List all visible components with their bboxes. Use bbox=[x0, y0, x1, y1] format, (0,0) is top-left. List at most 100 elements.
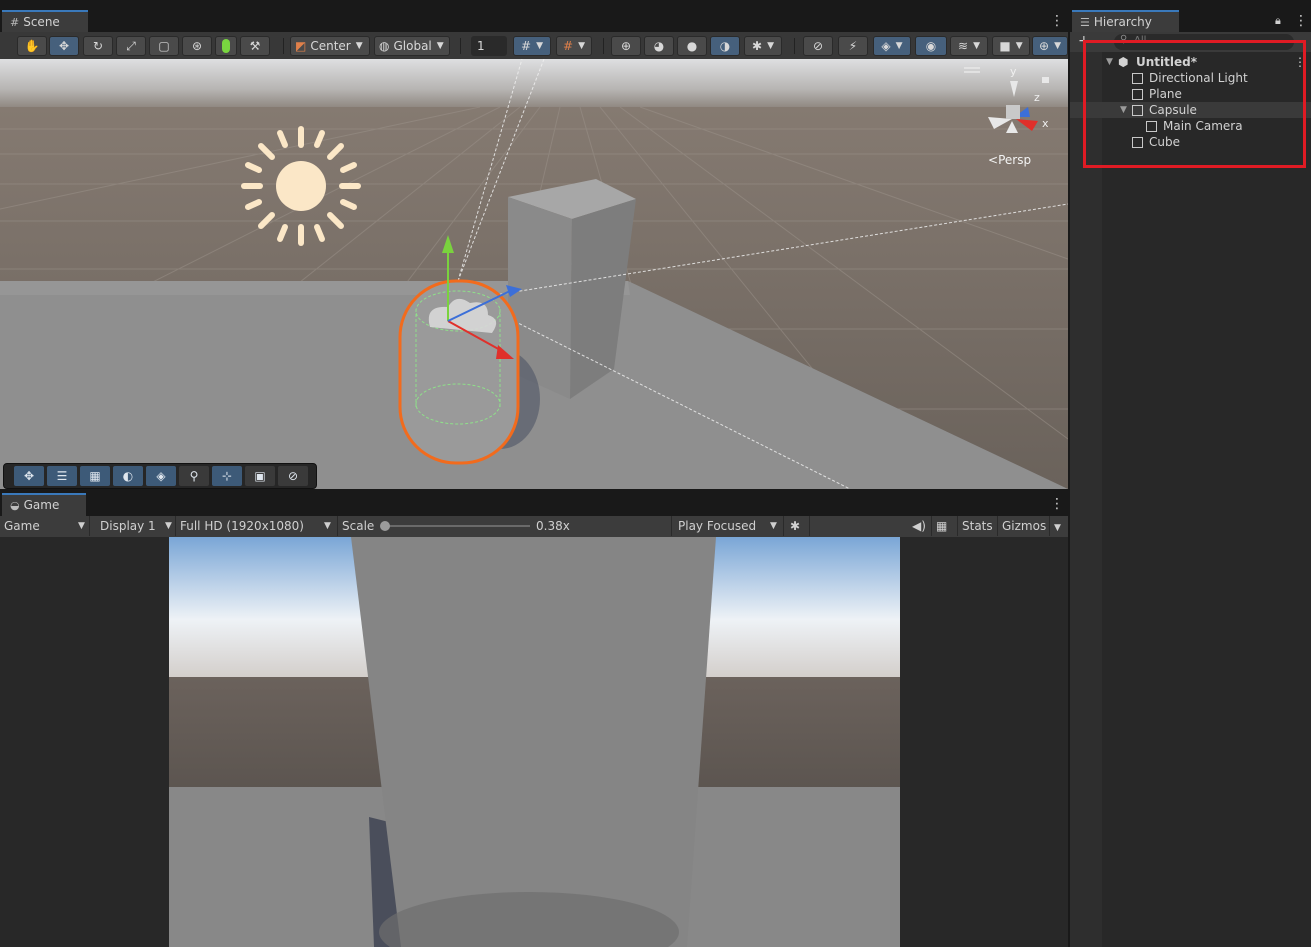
lock-icon[interactable]: 🔒︎ bbox=[1275, 14, 1281, 28]
stats-label: Stats bbox=[962, 519, 993, 533]
increment-snap-icon: # bbox=[563, 39, 574, 53]
scene-tab-strip: # Scene ⋮ bbox=[0, 8, 1068, 32]
scale-icon: ⤢ bbox=[126, 38, 136, 53]
toolbar-separator bbox=[603, 38, 604, 54]
chevron-down-icon: ▼ bbox=[324, 521, 331, 531]
scene-visibility-button[interactable]: ◉ bbox=[915, 36, 947, 56]
lighting-toggle-button[interactable]: ⚡ bbox=[838, 36, 868, 56]
chevron-down-icon: ▼ bbox=[973, 41, 980, 51]
game-viewport[interactable] bbox=[0, 537, 1068, 947]
transform-tool-button[interactable]: ⊛ bbox=[182, 36, 212, 56]
projection-label: Persp bbox=[998, 153, 1032, 167]
wireframe-shading-button[interactable]: ⊕ bbox=[611, 36, 641, 56]
tab-hierarchy[interactable]: ☰ Hierarchy bbox=[1072, 10, 1179, 32]
chevron-down-icon: ▼ bbox=[578, 41, 585, 51]
scale-tool-button[interactable]: ⤢ bbox=[116, 36, 146, 56]
grid-snap-button[interactable]: # ▼ bbox=[513, 36, 551, 56]
stats-button[interactable]: Stats bbox=[958, 516, 998, 536]
play-mode-dropdown[interactable]: Play Focused ▼ bbox=[674, 516, 784, 536]
chevron-down-icon: ▼ bbox=[78, 521, 85, 531]
game-render bbox=[169, 537, 900, 947]
compass-icon: ⊘ bbox=[287, 469, 299, 483]
game-view-dropdown[interactable]: Game ▼ bbox=[0, 516, 90, 536]
wireframe-icon: ⊕ bbox=[620, 39, 632, 53]
gizmo-axis-z-label: z bbox=[1034, 91, 1040, 104]
tab-game[interactable]: ◒ Game bbox=[2, 493, 86, 516]
mute-audio-button[interactable]: ◀) bbox=[908, 516, 932, 536]
keyboard-shortcuts-button[interactable]: ▦ bbox=[932, 516, 958, 536]
2d-toggle-button[interactable]: ⊘ bbox=[803, 36, 833, 56]
gizmos-dropdown[interactable]: ▼ bbox=[1050, 516, 1068, 536]
toolbar-separator bbox=[283, 38, 284, 54]
grid-increment-field[interactable]: 1 bbox=[471, 36, 507, 56]
overlay-layers-button[interactable]: ◈ bbox=[146, 466, 176, 486]
chevron-down-icon: ▼ bbox=[1054, 523, 1061, 533]
projection-toggle[interactable]: <Persp bbox=[988, 153, 1031, 167]
scene-viewport[interactable]: y z x <Persp ✥ ☰ ▦ ◐ ◈ ⚲ ⊹ ▣ ⊘ bbox=[0, 59, 1068, 489]
unlit-shading-button[interactable]: ● bbox=[677, 36, 707, 56]
overlay-compass-button[interactable]: ⊘ bbox=[278, 466, 308, 486]
chevron-down-icon: ▼ bbox=[770, 521, 777, 531]
display-dropdown[interactable]: Display 1 ▼ bbox=[90, 516, 176, 536]
overlay-snap-button[interactable]: ⊹ bbox=[212, 466, 242, 486]
scene-render bbox=[0, 59, 1068, 489]
debug-draw-mode-button[interactable]: ✱ ▼ bbox=[744, 36, 782, 56]
space-mode-dropdown[interactable]: ◍ Global ▼ bbox=[374, 36, 450, 56]
hand-tool-button[interactable]: ✋ bbox=[17, 36, 47, 56]
hierarchy-menu-icon[interactable]: ⋮ bbox=[1294, 14, 1308, 28]
gizmos-button[interactable]: Gizmos bbox=[998, 516, 1050, 536]
overlay-search-button[interactable]: ⚲ bbox=[179, 466, 209, 486]
rect-tool-button[interactable]: ▢ bbox=[149, 36, 179, 56]
game-toolbar: Game ▼ Display 1 ▼ Full HD (1920x1080) ▼ Sc… bbox=[0, 516, 1068, 538]
game-menu-icon[interactable]: ⋮ bbox=[1050, 497, 1064, 511]
overlay-grid-button[interactable]: ▦ bbox=[80, 466, 110, 486]
overlay-camera-button[interactable]: ▣ bbox=[245, 466, 275, 486]
custom-tool-button[interactable]: ⚒ bbox=[240, 36, 270, 56]
shaded-button[interactable]: ◑ bbox=[710, 36, 740, 56]
hierarchy-tab-strip: ☰ Hierarchy 🔒︎ ⋮ bbox=[1070, 8, 1311, 32]
game-tab-strip: ◒ Game ⋮ bbox=[0, 491, 1068, 516]
speaker-icon: ◀) bbox=[912, 519, 926, 533]
rotate-icon: ↻ bbox=[92, 39, 104, 53]
hierarchy-panel: + ⚲ All ▼ ⬢ Untitled* ⋮ Directional Ligh… bbox=[1070, 32, 1311, 947]
capsule-tool-button[interactable] bbox=[215, 36, 237, 56]
play-mode-label: Play Focused bbox=[678, 519, 757, 533]
rect-icon: ▢ bbox=[158, 39, 170, 53]
toolbar-separator bbox=[460, 38, 461, 54]
scale-value-readout: 0.38x bbox=[536, 519, 570, 533]
scene-menu-icon[interactable]: ⋮ bbox=[1050, 14, 1064, 28]
camera-settings-dropdown[interactable]: ■ ▼ bbox=[992, 36, 1030, 56]
eye-icon: ◉ bbox=[925, 39, 937, 53]
scale-control: Scale 0.38x bbox=[338, 516, 672, 536]
display-label: Display 1 bbox=[100, 519, 156, 533]
overlay-inspector-button[interactable]: ☰ bbox=[47, 466, 77, 486]
shaded-wireframe-button[interactable]: ◕ bbox=[644, 36, 674, 56]
resolution-label: Full HD (1920x1080) bbox=[180, 519, 304, 533]
gizmos-label: Gizmos bbox=[1002, 519, 1047, 533]
rotate-tool-button[interactable]: ↻ bbox=[83, 36, 113, 56]
layers-dropdown[interactable]: ≋ ▼ bbox=[950, 36, 988, 56]
chevron-down-icon: ▼ bbox=[165, 521, 172, 531]
scale-slider-thumb[interactable] bbox=[380, 521, 390, 531]
no-2d-icon: ⊘ bbox=[812, 39, 824, 53]
resolution-dropdown[interactable]: Full HD (1920x1080) ▼ bbox=[176, 516, 338, 536]
effects-dropdown[interactable]: ◈ ▼ bbox=[873, 36, 911, 56]
scene-toolbar: ✋ ✥ ↻ ⤢ ▢ ⊛ ⚒ ◩ Center ▼ ◍ Global ▼ 1 # ▼ # ▼ … bbox=[0, 32, 1068, 60]
overlay-move-button[interactable]: ✥ bbox=[14, 466, 44, 486]
gizmos-dropdown[interactable]: ⊕ ▼ bbox=[1032, 36, 1068, 56]
gizmo-axis-y-label: y bbox=[1010, 65, 1017, 78]
panel-divider-vertical bbox=[1068, 0, 1070, 947]
pivot-mode-label: Center bbox=[310, 39, 351, 53]
frame-debugger-button[interactable]: ✱ bbox=[786, 516, 810, 536]
pivot-mode-dropdown[interactable]: ◩ Center ▼ bbox=[290, 36, 370, 56]
capsule-tool-icon bbox=[222, 39, 230, 53]
hand-icon: ✋ bbox=[24, 39, 40, 53]
layers-icon: ◈ bbox=[156, 469, 166, 483]
camera-icon: ▣ bbox=[254, 469, 266, 483]
move-icon: ✥ bbox=[58, 39, 70, 53]
scale-slider-track[interactable] bbox=[384, 525, 530, 527]
move-tool-button[interactable]: ✥ bbox=[49, 36, 79, 56]
overlay-shading-button[interactable]: ◐ bbox=[113, 466, 143, 486]
increment-snap-button[interactable]: # ▼ bbox=[556, 36, 592, 56]
tab-scene[interactable]: # Scene bbox=[2, 10, 88, 32]
